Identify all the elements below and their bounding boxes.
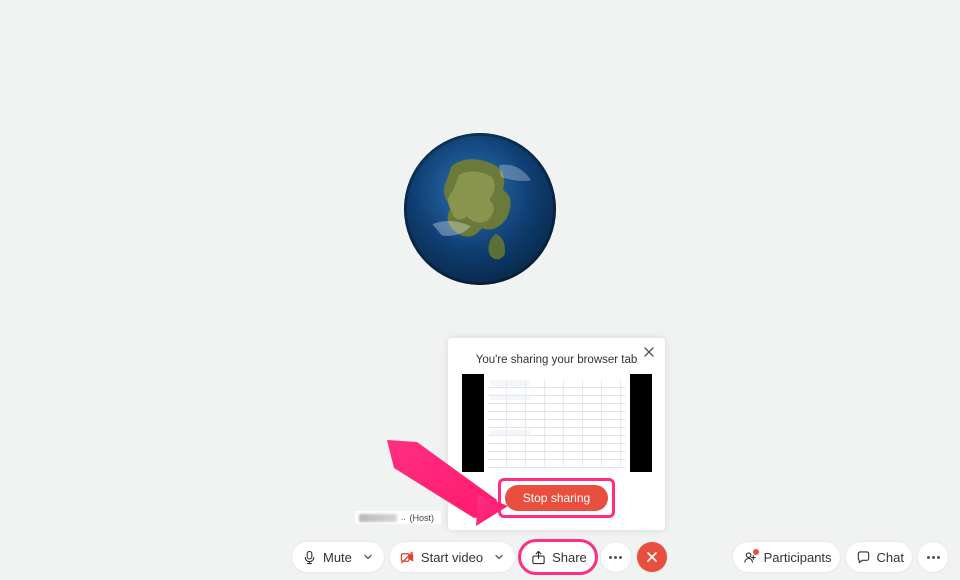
share-preview-thumbnail	[462, 374, 652, 472]
participants-icon	[743, 550, 758, 565]
video-off-icon	[400, 550, 415, 565]
chevron-down-icon	[494, 552, 504, 562]
leave-meeting-button[interactable]	[637, 542, 667, 572]
participant-role: (Host)	[409, 513, 434, 523]
close-icon	[645, 550, 659, 564]
chat-button[interactable]: Chat	[846, 542, 912, 572]
participant-name-strip: .. (Host)	[355, 511, 441, 524]
chevron-down-icon	[363, 552, 373, 562]
spreadsheet-preview	[484, 374, 630, 472]
more-panels-button[interactable]	[918, 542, 948, 572]
controls-left-group: Mute Start video Share	[292, 542, 667, 572]
participants-label: Participants	[764, 550, 832, 565]
stop-sharing-button[interactable]: Stop sharing	[505, 485, 608, 511]
chat-label: Chat	[877, 550, 904, 565]
callout-highlight-stop: Stop sharing	[498, 478, 615, 518]
start-video-button[interactable]: Start video	[390, 542, 515, 572]
share-label: Share	[552, 550, 587, 565]
mute-options-toggle[interactable]	[360, 549, 376, 565]
popover-close-button[interactable]	[641, 344, 657, 360]
participant-name-blurred	[359, 514, 397, 522]
share-button[interactable]: Share	[521, 542, 595, 572]
video-label: Start video	[421, 550, 483, 565]
participant-avatar	[404, 133, 556, 285]
more-options-button[interactable]	[601, 542, 631, 572]
sharing-popover: You're sharing your browser tab Stop sha…	[448, 338, 665, 530]
more-icon	[609, 556, 622, 559]
mute-label: Mute	[323, 550, 352, 565]
controls-right-group: Participants Chat	[733, 542, 948, 572]
video-options-toggle[interactable]	[491, 549, 507, 565]
close-icon	[644, 347, 654, 357]
chat-icon	[856, 550, 871, 565]
more-icon	[927, 556, 940, 559]
popover-title: You're sharing your browser tab	[458, 354, 655, 366]
participants-button[interactable]: Participants	[733, 542, 840, 572]
microphone-icon	[302, 550, 317, 565]
share-icon	[531, 550, 546, 565]
ellipsis-text: ..	[401, 513, 405, 522]
earth-icon	[404, 133, 556, 285]
meeting-controls: Mute Start video Share	[0, 542, 960, 572]
mute-button[interactable]: Mute	[292, 542, 384, 572]
